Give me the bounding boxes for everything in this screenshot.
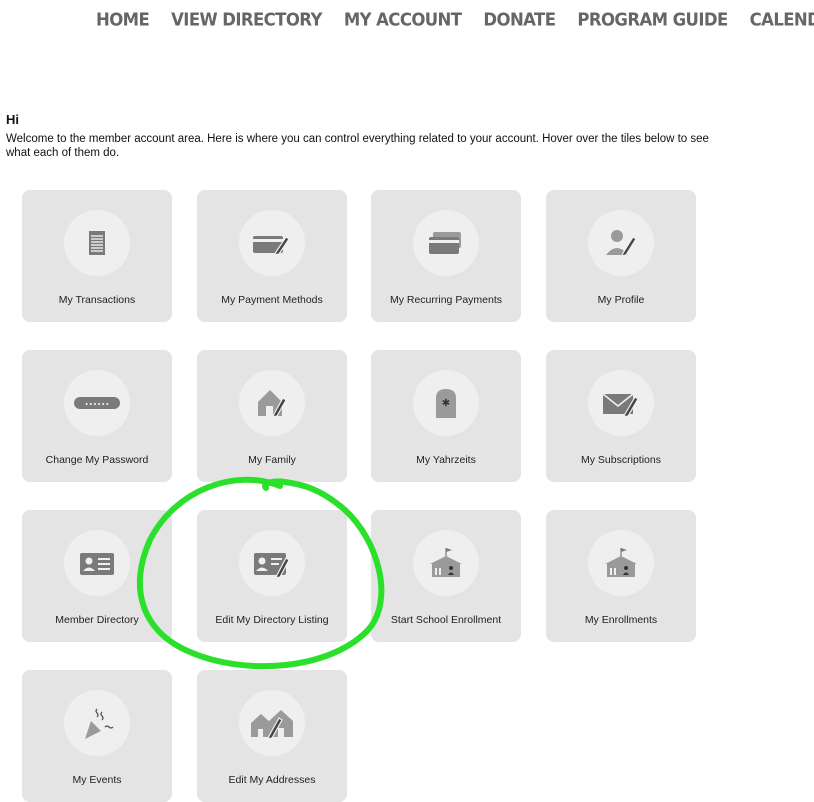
tile-member-directory[interactable]: Member Directory xyxy=(22,510,172,642)
top-navigation: HOME VIEW DIRECTORY MY ACCOUNT DONATE PR… xyxy=(96,9,814,33)
greeting: Hi xyxy=(6,112,19,127)
profile-edit-icon xyxy=(588,210,654,276)
school-icon xyxy=(588,530,654,596)
tile-edit-my-directory-listing[interactable]: Edit My Directory Listing xyxy=(197,510,347,642)
nav-donate[interactable]: DONATE xyxy=(483,9,556,33)
tombstone-star-icon: ✱ xyxy=(413,370,479,436)
tile-label: Start School Enrollment xyxy=(390,614,502,626)
nav-program-guide[interactable]: PROGRAM GUIDE xyxy=(577,9,728,33)
tile-label: My Subscriptions xyxy=(581,454,661,466)
tile-my-recurring-payments[interactable]: My Recurring Payments xyxy=(371,190,521,322)
svg-text:✱: ✱ xyxy=(442,398,450,409)
tile-start-school-enrollment[interactable]: Start School Enrollment xyxy=(371,510,521,642)
houses-edit-icon xyxy=(239,690,305,756)
school-icon xyxy=(413,530,479,596)
tile-my-subscriptions[interactable]: My Subscriptions xyxy=(546,350,696,482)
tile-label: My Events xyxy=(72,774,122,786)
tile-my-transactions[interactable]: My Transactions xyxy=(22,190,172,322)
id-card-icon xyxy=(64,530,130,596)
tile-label: My Payment Methods xyxy=(221,294,323,306)
tile-my-family[interactable]: My Family xyxy=(197,350,347,482)
tile-label: Edit My Directory Listing xyxy=(215,614,329,626)
envelope-edit-icon xyxy=(588,370,654,436)
tile-edit-my-addresses[interactable]: Edit My Addresses xyxy=(197,670,347,802)
password-mask: •••••• xyxy=(85,401,110,409)
tile-my-enrollments[interactable]: My Enrollments xyxy=(546,510,696,642)
tile-my-events[interactable]: My Events xyxy=(22,670,172,802)
tile-label: My Family xyxy=(248,454,296,466)
tile-label: My Yahrzeits xyxy=(416,454,476,466)
nav-my-account[interactable]: MY ACCOUNT xyxy=(344,9,462,33)
nav-home[interactable]: HOME xyxy=(96,9,150,33)
tile-my-yahrzeits[interactable]: ✱ My Yahrzeits xyxy=(371,350,521,482)
nav-view-directory[interactable]: VIEW DIRECTORY xyxy=(171,9,322,33)
card-edit-icon xyxy=(239,210,305,276)
tile-label: My Enrollments xyxy=(584,614,658,626)
house-edit-icon xyxy=(239,370,305,436)
tile-label: Change My Password xyxy=(45,454,149,466)
intro-text: Welcome to the member account area. Here… xyxy=(6,133,709,159)
tile-label: My Recurring Payments xyxy=(389,294,503,306)
tile-my-profile[interactable]: My Profile xyxy=(546,190,696,322)
tile-label: Edit My Addresses xyxy=(228,774,316,786)
document-icon xyxy=(64,210,130,276)
tile-label: Member Directory xyxy=(55,614,139,626)
tile-my-payment-methods[interactable]: My Payment Methods xyxy=(197,190,347,322)
nav-calendar[interactable]: CALENDAR xyxy=(750,9,814,33)
party-popper-icon xyxy=(64,690,130,756)
password-field-icon: •••••• xyxy=(64,370,130,436)
tile-change-my-password[interactable]: •••••• Change My Password xyxy=(22,350,172,482)
tile-label: My Profile xyxy=(597,294,645,306)
tile-label: My Transactions xyxy=(58,294,136,306)
cards-icon xyxy=(413,210,479,276)
id-card-edit-icon xyxy=(239,530,305,596)
